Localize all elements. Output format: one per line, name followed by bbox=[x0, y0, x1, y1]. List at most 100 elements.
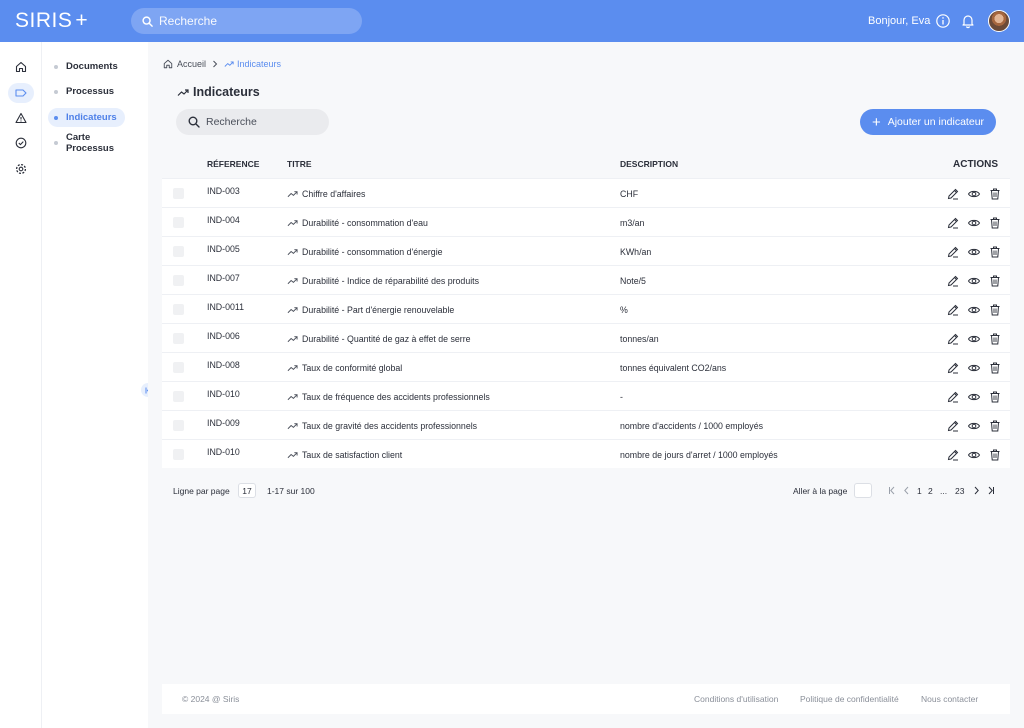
trash-icon[interactable] bbox=[988, 245, 1002, 259]
view-icon[interactable] bbox=[967, 361, 981, 375]
edit-icon[interactable] bbox=[946, 332, 960, 346]
row-checkbox[interactable] bbox=[173, 449, 184, 460]
avatar[interactable] bbox=[988, 10, 1010, 32]
edit-icon[interactable] bbox=[946, 303, 960, 317]
rows-per-page-label: Ligne par page bbox=[173, 486, 230, 496]
table-row[interactable]: IND-004 Durabilité - consommation d'eau m3… bbox=[162, 207, 1010, 236]
view-icon[interactable] bbox=[967, 245, 981, 259]
header-reference[interactable]: RÉFERENCE bbox=[207, 150, 259, 178]
footer-terms-link[interactable]: Conditions d'utilisation bbox=[694, 694, 778, 704]
trash-icon[interactable] bbox=[988, 419, 1002, 433]
page-link-23[interactable]: 23 bbox=[955, 486, 964, 496]
gear-icon bbox=[15, 163, 27, 175]
view-icon[interactable] bbox=[967, 274, 981, 288]
trash-icon[interactable] bbox=[988, 303, 1002, 317]
table-row[interactable]: IND-008 Taux de conformité global tonnes é… bbox=[162, 352, 1010, 381]
trash-icon[interactable] bbox=[988, 187, 1002, 201]
trash-icon[interactable] bbox=[988, 332, 1002, 346]
info-icon[interactable] bbox=[935, 13, 951, 29]
add-indicator-button[interactable]: + Ajouter un indicateur bbox=[860, 109, 996, 135]
title-text: Taux de gravité des accidents profession… bbox=[302, 420, 478, 431]
table-row[interactable]: IND-006 Durabilité - Quantité de gaz à ef… bbox=[162, 323, 1010, 352]
footer-privacy-link[interactable]: Politique de confidentialité bbox=[800, 694, 899, 704]
breadcrumb-home[interactable]: Accueil bbox=[177, 59, 206, 69]
subnav-item-carte-processus[interactable]: Carte Processus bbox=[48, 132, 148, 154]
row-checkbox[interactable] bbox=[173, 217, 184, 228]
plus-icon: + bbox=[871, 113, 881, 131]
subnav-item-indicateurs[interactable]: Indicateurs bbox=[48, 108, 125, 127]
rail-check-button[interactable] bbox=[8, 133, 34, 153]
last-page-icon[interactable] bbox=[987, 486, 995, 495]
edit-icon[interactable] bbox=[946, 245, 960, 259]
rail-process-button[interactable] bbox=[8, 83, 34, 103]
table-row[interactable]: IND-010 Taux de fréquence des accidents p… bbox=[162, 381, 1010, 410]
row-checkbox[interactable] bbox=[173, 391, 184, 402]
rows-per-page-select[interactable]: 17 bbox=[238, 483, 256, 498]
table-row[interactable]: IND-0011 Durabilité - Part d'énergie reno… bbox=[162, 294, 1010, 323]
trash-icon[interactable] bbox=[988, 390, 1002, 404]
trash-icon[interactable] bbox=[988, 216, 1002, 230]
row-checkbox[interactable] bbox=[173, 275, 184, 286]
row-checkbox-cell bbox=[173, 295, 184, 324]
view-icon[interactable] bbox=[967, 390, 981, 404]
edit-icon[interactable] bbox=[946, 448, 960, 462]
rail-home-button[interactable] bbox=[8, 57, 34, 77]
trash-icon[interactable] bbox=[988, 448, 1002, 462]
view-icon[interactable] bbox=[967, 216, 981, 230]
row-checkbox[interactable] bbox=[173, 333, 184, 344]
view-icon[interactable] bbox=[967, 303, 981, 317]
table-body: IND-003 Chiffre d'affaires CHF IND-004 Durab… bbox=[162, 178, 1010, 468]
trash-icon[interactable] bbox=[988, 274, 1002, 288]
edit-icon[interactable] bbox=[946, 216, 960, 230]
subnav-item-label: Indicateurs bbox=[66, 112, 117, 123]
footer-contact-link[interactable]: Nous contacter bbox=[921, 694, 978, 704]
table-row[interactable]: IND-003 Chiffre d'affaires CHF bbox=[162, 178, 1010, 207]
table-row[interactable]: IND-005 Durabilité - consommation d'énerg… bbox=[162, 236, 1010, 265]
view-icon[interactable] bbox=[967, 448, 981, 462]
page-link-1[interactable]: 1 bbox=[917, 486, 922, 496]
edit-icon[interactable] bbox=[946, 274, 960, 288]
row-checkbox[interactable] bbox=[173, 188, 184, 199]
prev-page-icon[interactable] bbox=[903, 486, 910, 495]
row-checkbox[interactable] bbox=[173, 304, 184, 315]
view-icon[interactable] bbox=[967, 187, 981, 201]
title-cell: Taux de gravité des accidents profession… bbox=[287, 411, 477, 440]
actions-cell bbox=[946, 237, 1009, 266]
actions-cell bbox=[946, 324, 1009, 353]
search-icon bbox=[142, 15, 153, 27]
table-row[interactable]: IND-010 Taux de satisfaction client nombre… bbox=[162, 439, 1010, 468]
table-row[interactable]: IND-007 Durabilité - Indice de réparabili… bbox=[162, 265, 1010, 294]
first-page-icon[interactable] bbox=[888, 486, 896, 495]
reference-cell: IND-007 bbox=[207, 272, 240, 283]
edit-icon[interactable] bbox=[946, 390, 960, 404]
subnav-item-processus[interactable]: Processus bbox=[48, 82, 122, 101]
actions-cell bbox=[946, 440, 1009, 469]
bell-icon[interactable] bbox=[960, 13, 976, 29]
global-search-input[interactable]: Recherche bbox=[131, 8, 362, 34]
row-checkbox[interactable] bbox=[173, 362, 184, 373]
indicator-search-input[interactable]: Recherche bbox=[176, 109, 329, 135]
header-description[interactable]: DESCRIPTION bbox=[620, 150, 678, 178]
rail-alert-button[interactable] bbox=[8, 108, 34, 128]
next-page-icon[interactable] bbox=[973, 486, 980, 495]
edit-icon[interactable] bbox=[946, 361, 960, 375]
view-icon[interactable] bbox=[967, 332, 981, 346]
home-icon bbox=[15, 61, 27, 73]
edit-icon[interactable] bbox=[946, 419, 960, 433]
title-text: Durabilité - consommation d'énergie bbox=[302, 246, 443, 257]
subnav-item-documents[interactable]: Documents bbox=[48, 57, 126, 76]
logo[interactable]: SIRIS + bbox=[15, 9, 88, 33]
table-row[interactable]: IND-009 Taux de gravité des accidents pro… bbox=[162, 410, 1010, 439]
row-checkbox[interactable] bbox=[173, 420, 184, 431]
row-checkbox-cell bbox=[173, 179, 184, 208]
trash-icon[interactable] bbox=[988, 361, 1002, 375]
header-titre[interactable]: TITRE bbox=[287, 150, 312, 178]
page-link-2[interactable]: 2 bbox=[928, 486, 933, 496]
row-checkbox[interactable] bbox=[173, 246, 184, 257]
goto-page-input[interactable] bbox=[854, 483, 872, 498]
rail-settings-button[interactable] bbox=[8, 159, 34, 179]
view-icon[interactable] bbox=[967, 419, 981, 433]
edit-icon[interactable] bbox=[946, 187, 960, 201]
indicators-table: RÉFERENCE TITRE DESCRIPTION ACTIONS IND-… bbox=[162, 150, 1010, 468]
tag-icon bbox=[15, 89, 27, 97]
